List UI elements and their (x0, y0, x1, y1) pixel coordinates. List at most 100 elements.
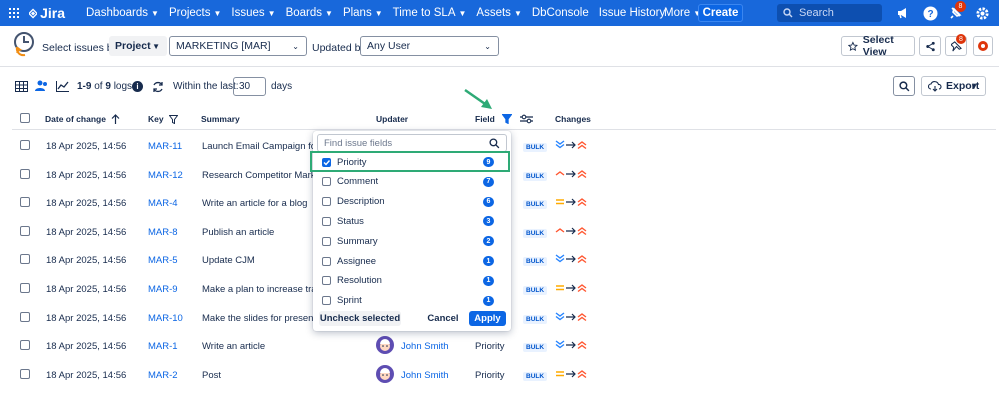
row-checkbox[interactable] (20, 340, 30, 351)
row-key-link[interactable]: MAR-5 (148, 255, 178, 266)
column-changes: Changes (555, 114, 591, 124)
apply-button[interactable]: Apply (469, 311, 506, 326)
row-checkbox[interactable] (20, 368, 30, 379)
bulk-badge: BULK (523, 343, 548, 353)
nav-item-dashboards[interactable]: Dashboards ▼ (81, 0, 164, 26)
nav-item-boards[interactable]: Boards ▼ (281, 0, 338, 26)
column-date[interactable]: Date of change (45, 114, 120, 124)
chat-icon[interactable] (973, 36, 993, 56)
nav-item-issues[interactable]: Issues ▼ (226, 0, 280, 26)
row-checkbox[interactable] (20, 283, 30, 293)
row-updater[interactable]: John Smith (401, 341, 449, 352)
jira-logo[interactable]: Jira (29, 5, 65, 21)
row-key-link[interactable]: MAR-10 (148, 313, 183, 324)
app-switcher-icon[interactable] (9, 8, 19, 18)
help-icon[interactable]: ? (921, 4, 939, 22)
row-key-link[interactable]: MAR-2 (148, 370, 178, 381)
field-option-checkbox[interactable] (322, 276, 331, 286)
share-button[interactable] (919, 36, 941, 56)
chart-view-icon[interactable] (55, 80, 69, 92)
field-option-checkbox[interactable] (322, 256, 331, 266)
nav-item-label: Issue History (598, 7, 666, 19)
row-key-link[interactable]: MAR-4 (148, 198, 178, 209)
select-view-button[interactable]: Select View (841, 34, 915, 58)
field-option-checkbox[interactable] (322, 236, 331, 246)
nav-item-assets[interactable]: Assets ▼ (471, 0, 526, 26)
row-summary: Write an article for a blog (202, 198, 308, 210)
megaphone-icon[interactable] (894, 4, 912, 22)
field-search-input[interactable]: Find issue fields (317, 134, 507, 152)
row-checkbox[interactable] (20, 197, 30, 208)
field-option-assignee[interactable]: Assignee 1 (322, 252, 502, 270)
table-row[interactable]: 18 Apr 2025, 14:56 MAR-2 Post John Smith Pri… (12, 360, 996, 388)
field-option-label: Summary (337, 235, 378, 247)
logs-count: 1-9 of 9 logs (77, 81, 132, 92)
field-option-comment[interactable]: Comment 7 (322, 173, 502, 191)
row-checkbox[interactable] (20, 311, 30, 322)
field-option-count: 6 (483, 196, 494, 207)
select-all-checkbox[interactable] (20, 113, 30, 123)
row-changes (555, 369, 587, 379)
nav-item-label: Time to SLA (392, 7, 456, 19)
nav-item-projects[interactable]: Projects ▼ (164, 0, 226, 26)
export-button[interactable]: Export ▼ (921, 76, 986, 96)
row-summary: Post (202, 369, 222, 381)
priority-highlight-box (310, 151, 510, 172)
row-changes (555, 340, 587, 350)
select-issues-dropdown[interactable]: Project ▼ (109, 36, 167, 56)
field-option-description[interactable]: Description 6 (322, 193, 502, 211)
table-header: Date of change Key Summary Updater Field… (12, 106, 996, 130)
priority-medium-icon (556, 371, 564, 377)
refresh-icon[interactable] (151, 80, 164, 93)
row-key-link[interactable]: MAR-9 (148, 284, 178, 295)
chevron-down-icon: ▼ (213, 8, 222, 18)
table-view-icon[interactable] (14, 80, 28, 92)
field-option-summary[interactable]: Summary 2 (322, 232, 502, 250)
filter-active-icon[interactable] (501, 114, 512, 124)
table-row[interactable]: 18 Apr 2025, 14:56 MAR-1 Write an article J… (12, 331, 996, 359)
info-icon[interactable]: i (132, 81, 143, 92)
row-key-link[interactable]: MAR-11 (148, 141, 182, 152)
field-option-checkbox[interactable] (322, 296, 331, 306)
row-updater[interactable]: John Smith (401, 370, 449, 381)
row-key-link[interactable]: MAR-12 (148, 170, 183, 181)
field-option-checkbox[interactable] (322, 216, 331, 226)
days-input[interactable]: 30 (233, 77, 266, 96)
row-checkbox[interactable] (20, 140, 30, 150)
uncheck-selected-button[interactable]: Uncheck selected (319, 311, 401, 326)
cloud-download-icon (928, 80, 942, 92)
row-date: 18 Apr 2025, 14:56 (46, 141, 127, 152)
field-option-status[interactable]: Status 3 (322, 212, 502, 230)
create-button[interactable]: Create (698, 4, 743, 22)
field-option-resolution[interactable]: Resolution 1 (322, 272, 502, 290)
row-checkbox[interactable] (20, 254, 30, 265)
row-changes (555, 226, 587, 236)
settings-gear-icon[interactable] (973, 4, 991, 22)
svg-text:?: ? (927, 9, 933, 20)
search-placeholder: Search (799, 7, 834, 19)
cancel-button[interactable]: Cancel (422, 311, 464, 326)
search-table-button[interactable] (893, 76, 915, 96)
project-select[interactable]: MARKETING [MAR] ⌄ (169, 36, 307, 56)
row-checkbox[interactable] (20, 225, 30, 236)
field-option-checkbox[interactable] (322, 177, 331, 187)
priority-highest-icon (577, 198, 587, 207)
nav-item-label: Dashboards (86, 7, 149, 19)
row-key-link[interactable]: MAR-8 (148, 227, 178, 238)
group-view-icon[interactable] (35, 80, 49, 92)
priority-medium-icon (556, 199, 564, 205)
nav-item-time-to-sla[interactable]: Time to SLA ▼ (388, 0, 472, 26)
column-field[interactable]: Field (475, 114, 533, 124)
row-key-link[interactable]: MAR-1 (148, 341, 178, 352)
row-checkbox[interactable] (20, 168, 30, 179)
updated-by-select[interactable]: Any User ⌄ (360, 36, 499, 56)
field-option-sprint[interactable]: Sprint 1 (322, 292, 502, 310)
priority-highest-icon (577, 255, 587, 264)
search-input[interactable]: Search (777, 4, 882, 22)
jira-logo-text: Jira (40, 5, 65, 21)
nav-item-dbconsole[interactable]: DbConsole (527, 0, 594, 26)
field-option-checkbox[interactable] (322, 197, 331, 207)
nav-item-plans[interactable]: Plans ▼ (338, 0, 388, 26)
column-key[interactable]: Key (148, 114, 178, 124)
column-settings-icon[interactable] (519, 114, 533, 124)
